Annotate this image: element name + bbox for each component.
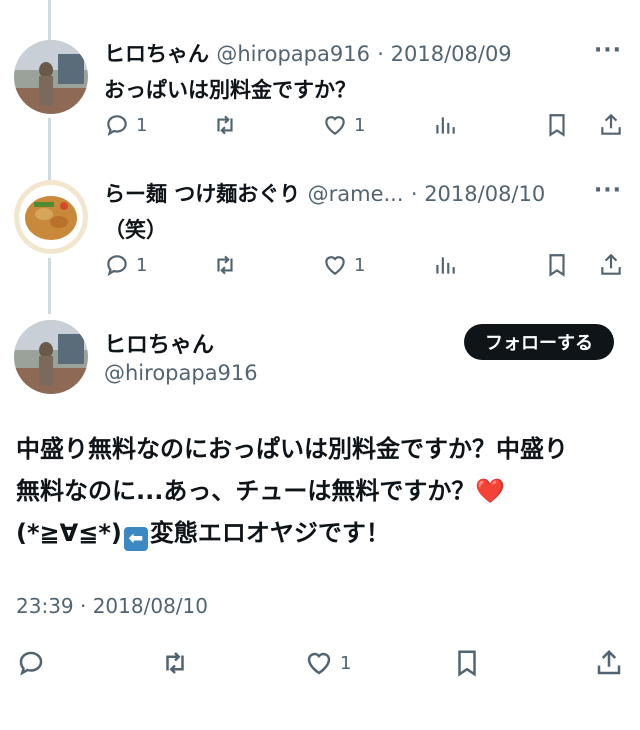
- bookmark-button[interactable]: [544, 112, 570, 138]
- retweet-icon: [217, 255, 233, 275]
- avatar[interactable]: [14, 40, 88, 114]
- tweet-text-segment: 変態エロオヤジです！: [149, 519, 390, 547]
- retweet-icon: [166, 652, 184, 674]
- tweet-text: （笑）: [104, 218, 167, 242]
- share-button[interactable]: [598, 112, 624, 138]
- tweet-text: 中盛り無料なのにおっぱいは別料金ですか？中盛り 無料なのに...あっ、チューは無…: [16, 428, 626, 554]
- share-button[interactable]: [598, 252, 624, 278]
- tweet-text-segment: 無料なのに...あっ、チューは無料ですか？: [16, 477, 476, 505]
- tweet-timestamp[interactable]: 23:39 · 2018/08/10: [16, 594, 208, 618]
- user-handle[interactable]: @hiropapa916: [104, 361, 258, 385]
- reply-button[interactable]: 1: [104, 252, 147, 278]
- tweet-text: おっぱいは別料金ですか？: [104, 78, 356, 102]
- bookmark-button[interactable]: [544, 252, 570, 278]
- retweet-button[interactable]: [212, 112, 238, 138]
- back-arrow-emoji: ⬅: [123, 527, 148, 551]
- tweet-date[interactable]: · 2018/08/10: [411, 182, 545, 206]
- tweet-text-line: (*≧∀≦*) ⬅ 変態エロオヤジです！: [16, 512, 626, 554]
- views-button[interactable]: [432, 252, 458, 278]
- share-icon: [601, 253, 621, 275]
- share-icon: [597, 649, 621, 675]
- like-icon: [307, 652, 331, 675]
- retweet-button[interactable]: [160, 648, 190, 678]
- tweet-actions: 1 1: [0, 252, 640, 282]
- tweet-text-segment: (*≧∀≦*): [16, 519, 122, 547]
- avatar[interactable]: [14, 320, 88, 394]
- more-icon[interactable]: ···: [594, 178, 622, 203]
- more-icon[interactable]: ···: [594, 38, 622, 63]
- tweet-date[interactable]: · 2018/08/09: [377, 42, 511, 66]
- bookmark-icon: [458, 650, 476, 677]
- share-button[interactable]: [594, 648, 624, 678]
- views-icon: [436, 257, 455, 274]
- bookmark-icon: [549, 114, 565, 137]
- reply-icon: [107, 255, 127, 276]
- like-count: 1: [340, 652, 352, 674]
- user-handle[interactable]: @hiropapa916: [216, 42, 370, 66]
- tweet-actions: 1 1: [0, 112, 640, 142]
- like-count: 1: [354, 114, 366, 136]
- display-name[interactable]: ヒロちゃん: [104, 42, 209, 66]
- tweet-text-line: 中盛り無料なのにおっぱいは別料金ですか？中盛り: [16, 435, 568, 463]
- follow-button[interactable]: フォローする: [464, 324, 614, 360]
- views-button[interactable]: [432, 112, 458, 138]
- tweet-text-line: 無料なのに...あっ、チューは無料ですか？❤️: [16, 470, 626, 512]
- reply-count: 1: [136, 254, 148, 276]
- like-icon: [325, 116, 345, 135]
- like-icon: [325, 256, 345, 275]
- like-button[interactable]: 1: [304, 648, 351, 678]
- heart-emoji: ❤️: [475, 477, 506, 505]
- display-name[interactable]: らー麺 つけ麺おぐり: [104, 182, 300, 206]
- retweet-icon: [217, 115, 233, 135]
- tweet-header: ヒロちゃん @hiropapa916 · 2018/08/09: [104, 38, 512, 68]
- tweet-header: らー麺 つけ麺おぐり @rame... · 2018/08/10: [104, 178, 545, 208]
- user-handle[interactable]: @rame...: [308, 182, 404, 206]
- thread-line: [48, 0, 51, 40]
- display-name[interactable]: ヒロちゃん: [104, 327, 214, 359]
- reply-icon: [107, 115, 127, 136]
- like-button[interactable]: 1: [322, 112, 365, 138]
- bookmark-button[interactable]: [452, 648, 482, 678]
- avatar[interactable]: [14, 180, 88, 254]
- reply-count: 1: [136, 114, 148, 136]
- share-icon: [601, 113, 621, 135]
- tweet-actions: 1: [0, 648, 640, 678]
- retweet-button[interactable]: [212, 252, 238, 278]
- reply-icon: [19, 651, 43, 676]
- like-button[interactable]: 1: [322, 252, 365, 278]
- like-count: 1: [354, 254, 366, 276]
- bookmark-icon: [549, 254, 565, 277]
- reply-button[interactable]: 1: [104, 112, 147, 138]
- views-icon: [436, 117, 455, 134]
- reply-button[interactable]: [16, 648, 46, 678]
